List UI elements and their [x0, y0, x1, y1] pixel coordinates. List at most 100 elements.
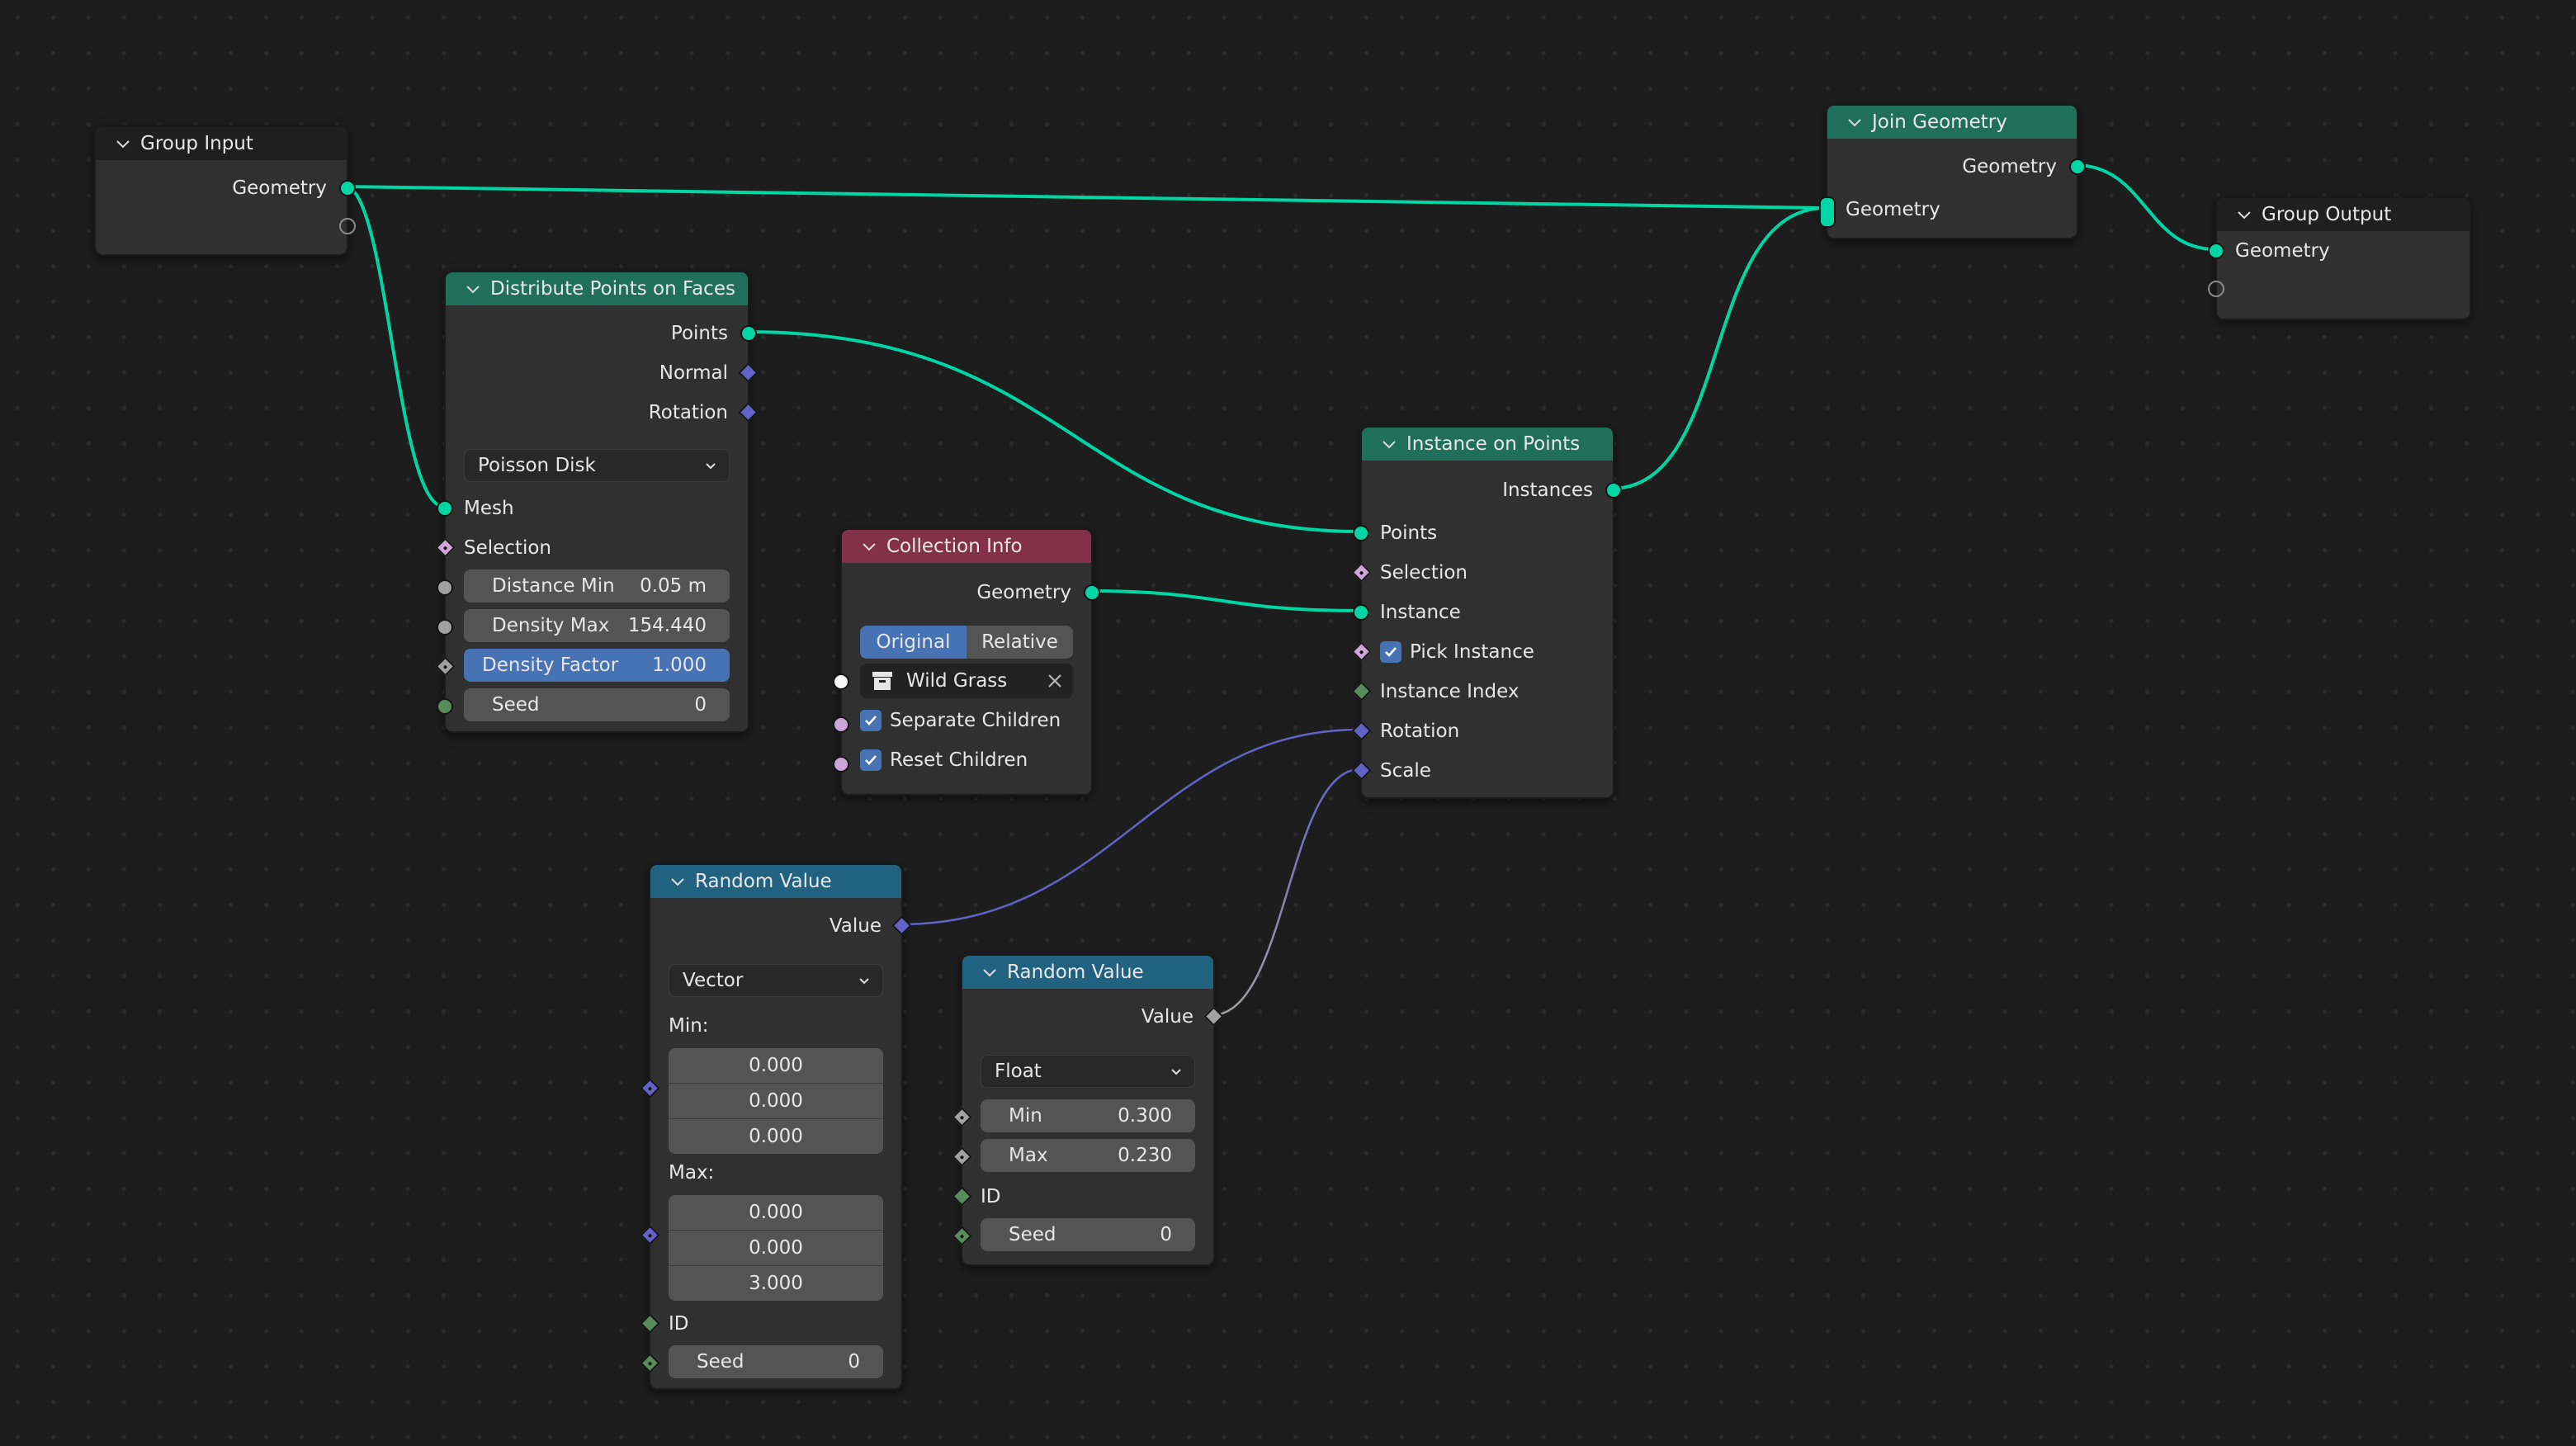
link-groupinput-to-join[interactable] — [344, 185, 1827, 210]
node-header[interactable]: Distribute Points on Faces — [446, 272, 748, 305]
max-z-field[interactable]: 3.000 — [669, 1266, 883, 1301]
field-label: Min — [1009, 1105, 1042, 1127]
chevron-down-icon[interactable] — [464, 280, 482, 298]
data-type-dropdown[interactable]: Vector — [669, 964, 883, 997]
node-join-geometry[interactable]: Join Geometry Geometry Geometry — [1819, 104, 2086, 239]
points-output-socket[interactable] — [740, 325, 757, 342]
node-random-value-vector[interactable]: Random Value Value Vector Min: 0.000 0.0… — [640, 863, 912, 1390]
seed-field[interactable]: Seed 0 — [669, 1345, 883, 1378]
density-factor-field[interactable]: Density Factor 1.000 — [464, 649, 730, 682]
original-option[interactable]: Original — [860, 626, 967, 659]
chevron-down-icon[interactable] — [860, 537, 878, 555]
node-group-output[interactable]: Group Output Geometry — [2208, 196, 2471, 320]
reset-children-socket[interactable] — [833, 756, 849, 773]
min-z-field[interactable]: 0.000 — [669, 1119, 883, 1154]
link-points-to-instance-points[interactable] — [745, 330, 1361, 533]
node-header[interactable]: Group Input — [96, 127, 347, 160]
chevron-down-icon[interactable] — [1380, 435, 1398, 453]
instances-output-socket[interactable] — [1605, 482, 1622, 499]
pick-instance-checkbox[interactable]: Pick Instance — [1362, 634, 1613, 670]
seed-input-socket[interactable] — [952, 1226, 972, 1246]
checkbox-checked-icon[interactable] — [860, 710, 882, 731]
node-header[interactable]: Random Value — [962, 956, 1213, 989]
max-x-field[interactable]: 0.000 — [669, 1195, 883, 1231]
relative-option[interactable]: Relative — [967, 626, 1073, 659]
collection-input-socket[interactable] — [833, 673, 849, 690]
socket-row-geometry-in: Geometry — [1827, 191, 2077, 228]
min-x-field[interactable]: 0.000 — [669, 1048, 883, 1084]
geometry-output-socket[interactable] — [2069, 158, 2086, 175]
mesh-input-socket[interactable] — [437, 500, 453, 517]
distance-min-field[interactable]: Distance Min 0.05 m — [464, 569, 730, 602]
separate-children-socket[interactable] — [833, 716, 849, 733]
chevron-down-icon[interactable] — [2235, 206, 2253, 224]
geometry-input-socket[interactable] — [2208, 243, 2224, 259]
field-value: 0 — [694, 694, 707, 716]
collection-selector[interactable]: Wild Grass — [860, 664, 1073, 698]
close-icon[interactable] — [1047, 673, 1063, 689]
node-title: Join Geometry — [1872, 111, 2007, 133]
field-label: Seed — [697, 1351, 744, 1373]
socket-row-normal: Normal — [446, 355, 748, 391]
node-header[interactable]: Collection Info — [842, 530, 1091, 563]
chevron-down-icon[interactable] — [981, 963, 999, 981]
min-y-field[interactable]: 0.000 — [669, 1084, 883, 1119]
checkbox-checked-icon[interactable] — [860, 749, 882, 771]
node-distribute-points-on-faces[interactable]: Distribute Points on Faces Points Normal… — [435, 271, 759, 733]
density-max-field[interactable]: Density Max 154.440 — [464, 609, 730, 642]
max-field[interactable]: Max 0.230 — [981, 1139, 1195, 1172]
chevron-down-icon[interactable] — [114, 135, 132, 153]
empty-input-socket[interactable] — [2208, 281, 2224, 297]
node-random-value-float[interactable]: Random Value Value Float Min 0.300 Max 0… — [952, 954, 1224, 1266]
seed-field[interactable]: Seed 0 — [464, 688, 730, 721]
dropdown-value: Float — [995, 1061, 1042, 1082]
chevron-down-icon[interactable] — [1846, 113, 1864, 131]
max-input-socket[interactable] — [952, 1146, 972, 1167]
socket-label: ID — [669, 1313, 689, 1335]
geometry-output-socket[interactable] — [1084, 584, 1100, 601]
min-input-socket[interactable] — [952, 1107, 972, 1127]
node-title: Random Value — [1007, 962, 1144, 983]
socket-label: ID — [981, 1186, 1001, 1207]
max-input-socket[interactable] — [640, 1225, 660, 1245]
node-collection-info[interactable]: Collection Info Geometry Original Relati… — [833, 528, 1100, 796]
link-join-to-output[interactable] — [2074, 163, 2216, 251]
data-type-dropdown[interactable]: Float — [981, 1055, 1195, 1088]
max-vector-field[interactable]: 0.000 0.000 3.000 — [669, 1195, 883, 1301]
seed-input-socket[interactable] — [437, 698, 453, 715]
link-groupinput-to-mesh[interactable] — [344, 185, 445, 508]
min-field[interactable]: Min 0.300 — [981, 1099, 1195, 1132]
points-input-socket[interactable] — [1353, 525, 1369, 541]
distance-min-socket[interactable] — [437, 579, 453, 596]
field-label: Seed — [1009, 1224, 1056, 1245]
node-header[interactable]: Instance on Points — [1362, 428, 1613, 461]
geometry-multi-input-socket[interactable] — [1819, 196, 1836, 228]
link-collection-to-instance[interactable] — [1089, 589, 1361, 612]
min-vector-field[interactable]: 0.000 0.000 0.000 — [669, 1048, 883, 1154]
instance-input-socket[interactable] — [1353, 604, 1369, 621]
min-input-socket[interactable] — [640, 1078, 660, 1099]
checkbox-checked-icon[interactable] — [1380, 641, 1401, 663]
node-instance-on-points[interactable]: Instance on Points Instances Points Sele… — [1351, 426, 1622, 799]
separate-children-checkbox[interactable]: Separate Children — [860, 710, 1061, 731]
reset-children-checkbox[interactable]: Reset Children — [860, 749, 1028, 771]
node-title: Distribute Points on Faces — [490, 278, 735, 300]
node-header[interactable]: Group Output — [2217, 198, 2470, 231]
distribute-method-dropdown[interactable]: Poisson Disk — [464, 449, 730, 482]
empty-output-socket[interactable] — [339, 218, 356, 234]
socket-row-value: Value — [962, 999, 1213, 1035]
seed-field[interactable]: Seed 0 — [981, 1218, 1195, 1251]
density-factor-socket[interactable] — [435, 656, 456, 677]
geometry-output-socket[interactable] — [339, 180, 356, 196]
field-label: Density Max — [492, 615, 610, 636]
link-instances-to-join[interactable] — [1610, 206, 1827, 490]
density-max-socket[interactable] — [437, 619, 453, 636]
max-y-field[interactable]: 0.000 — [669, 1231, 883, 1266]
transform-space-toggle[interactable]: Original Relative — [860, 626, 1073, 659]
link-randomfloat-to-scale[interactable] — [1211, 768, 1361, 1017]
node-group-input[interactable]: Group Input Geometry — [94, 125, 356, 256]
chevron-down-icon[interactable] — [669, 872, 687, 891]
seed-input-socket[interactable] — [640, 1353, 660, 1373]
node-header[interactable]: Random Value — [650, 865, 901, 898]
node-header[interactable]: Join Geometry — [1827, 106, 2077, 139]
